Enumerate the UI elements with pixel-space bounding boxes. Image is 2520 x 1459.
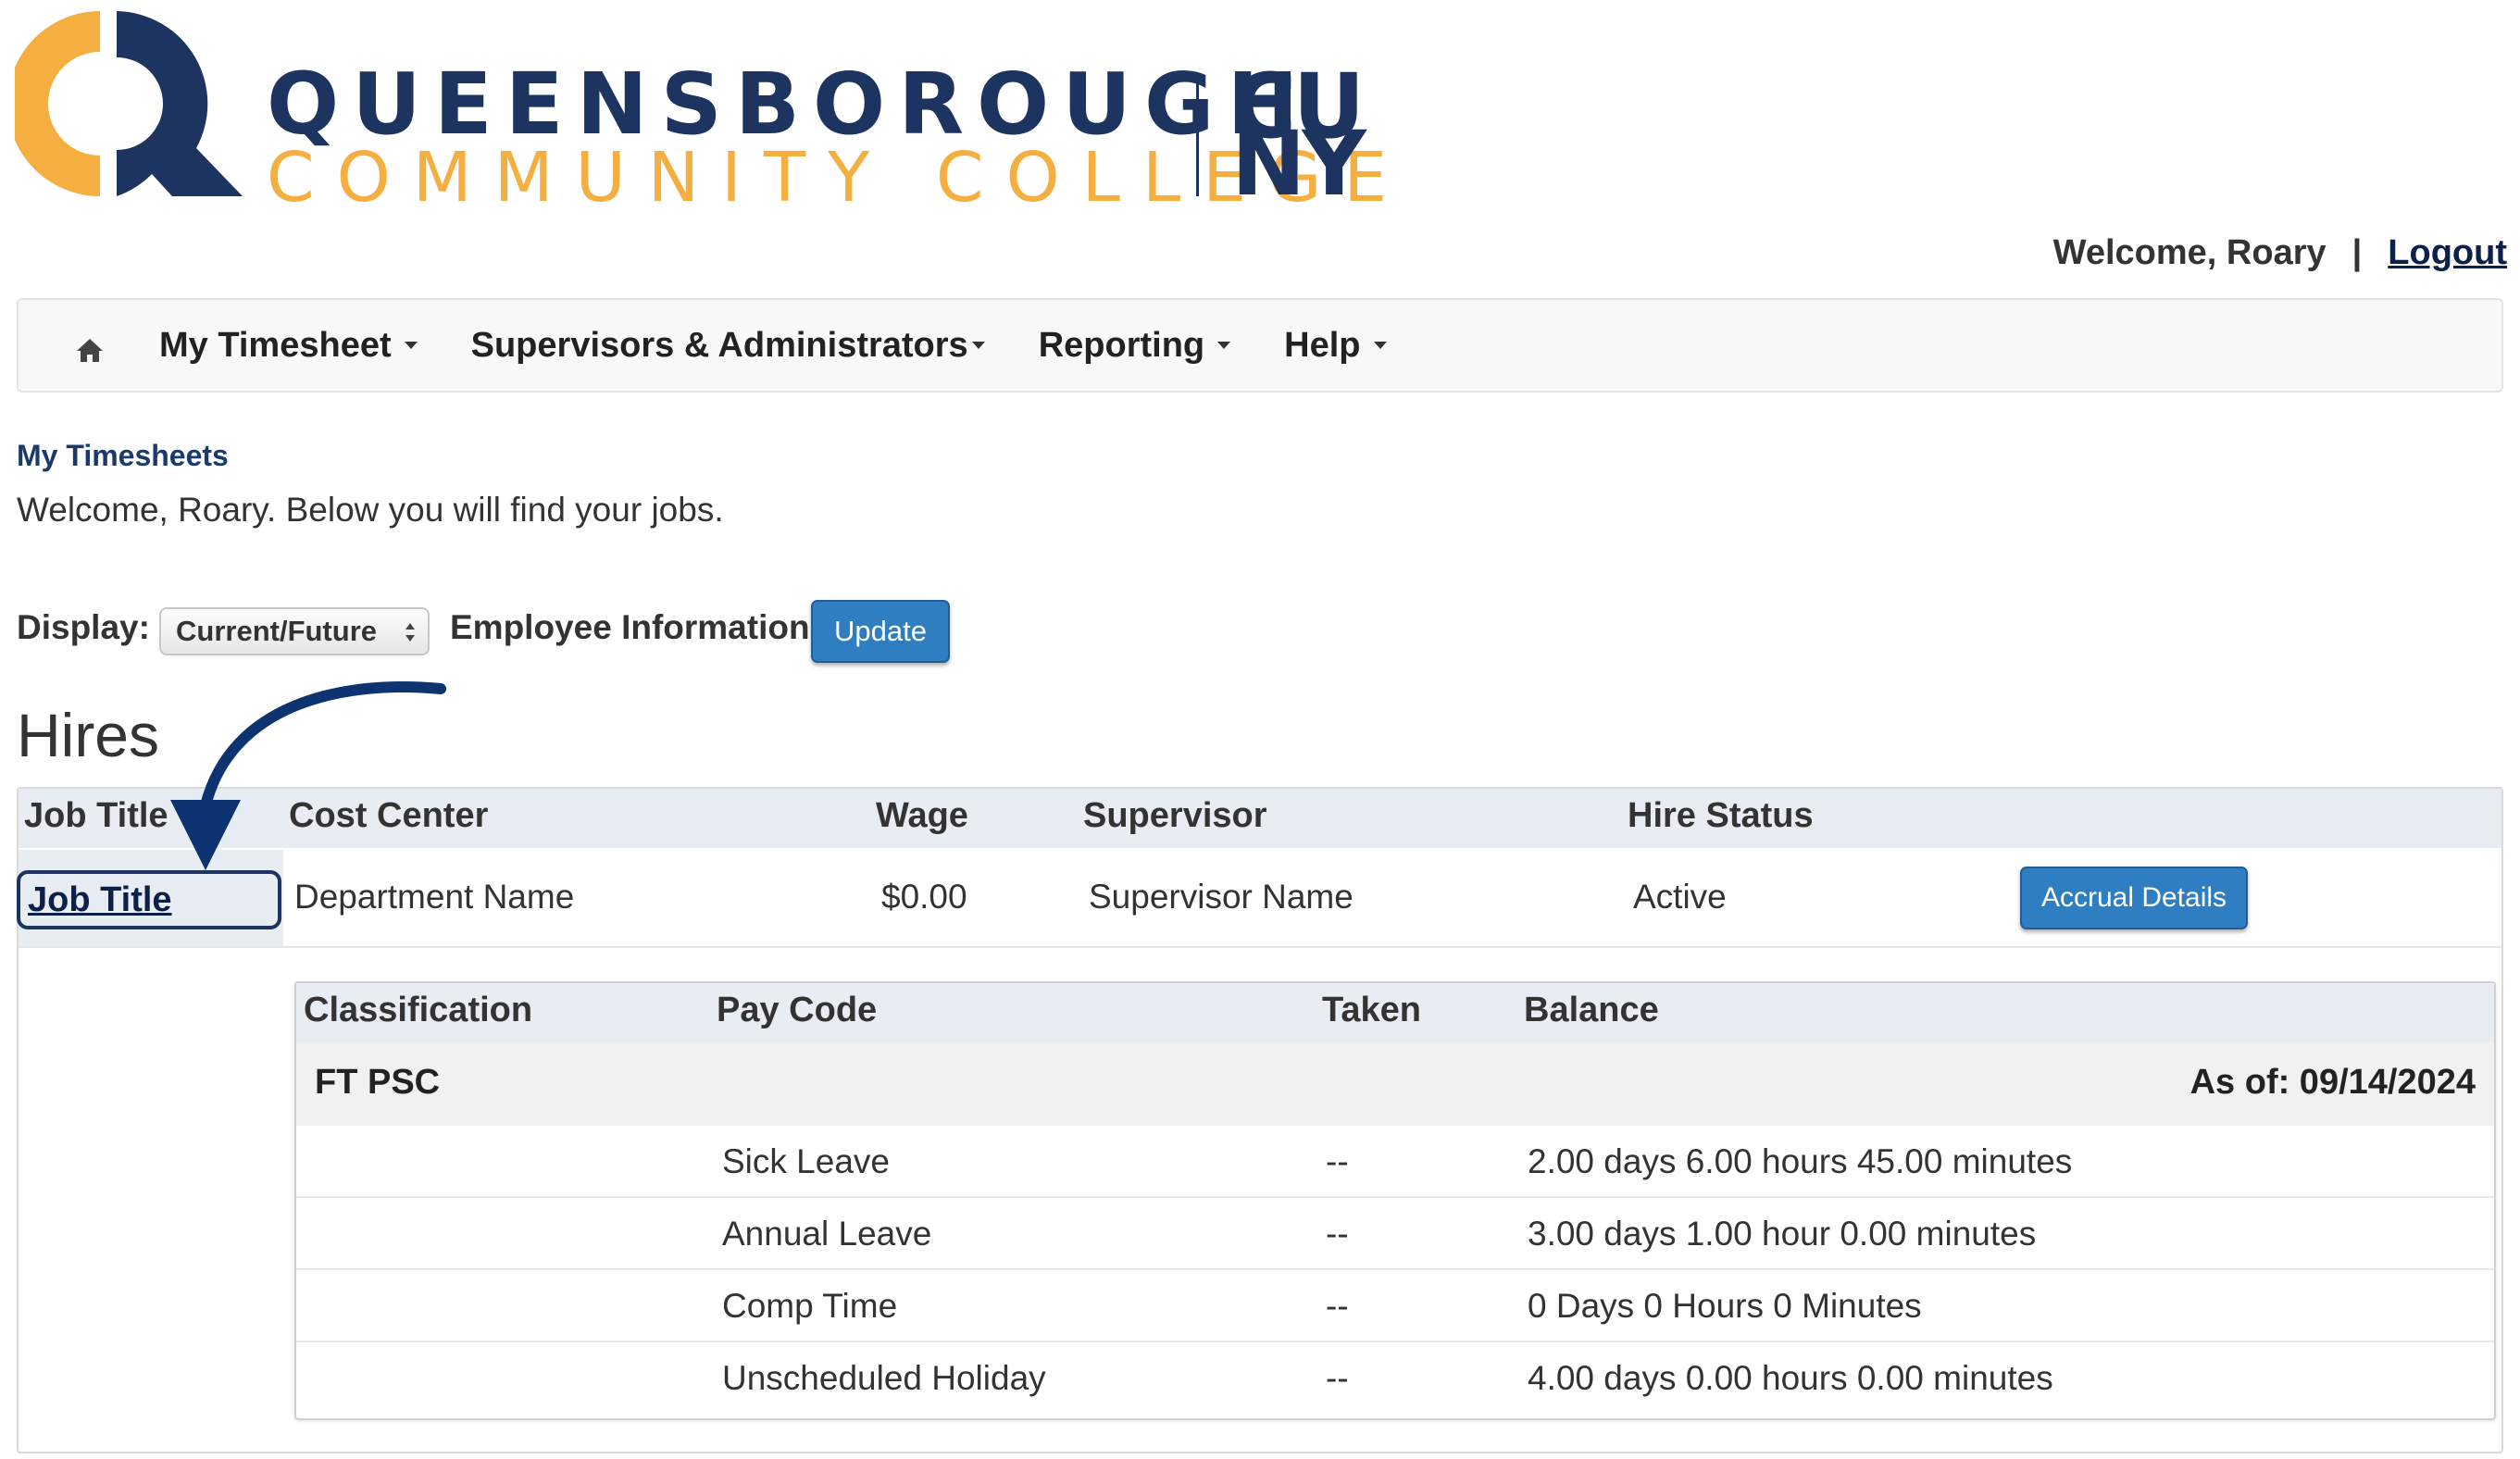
column-header-wage: Wage [876, 796, 968, 835]
nav-help-label: Help [1284, 325, 1361, 365]
column-header-taken: Taken [1322, 991, 1422, 1029]
home-icon[interactable] [74, 334, 106, 366]
qcc-logo-icon [15, 11, 243, 196]
nav-reporting-label: Reporting [1038, 325, 1205, 365]
column-header-supervisor: Supervisor [1083, 796, 1267, 835]
welcome-separator: | [2352, 233, 2363, 272]
balance: 2.00 days 6.00 hours 45.00 minutes [1528, 1142, 2073, 1180]
employee-information-label: Employee Information [450, 608, 810, 646]
taken: -- [1326, 1287, 1349, 1325]
welcome-bar: Welcome, Roary | Logout [2053, 233, 2507, 273]
cuny-logo-bottom: NY [1231, 112, 1366, 216]
accrual-row: Annual Leave -- 3.00 days 1.00 hour 0.00… [296, 1198, 2494, 1270]
hires-heading: Hires [17, 701, 160, 769]
display-label: Display: [17, 608, 150, 646]
classification-group-row [296, 1042, 2494, 1126]
display-select[interactable]: Current/Future [159, 607, 430, 655]
wage-value: $0.00 [881, 878, 967, 916]
chevron-down-icon [1217, 342, 1231, 349]
nav-supervisors-administrators[interactable]: Supervisors & Administrators [471, 326, 985, 366]
balance: 0 Days 0 Hours 0 Minutes [1528, 1287, 1922, 1325]
taken: -- [1326, 1359, 1349, 1397]
nav-my-timesheet-label: My Timesheet [159, 325, 392, 365]
taken: -- [1326, 1142, 1349, 1180]
pay-code: Annual Leave [722, 1215, 932, 1253]
pay-code: Sick Leave [722, 1142, 890, 1180]
select-arrows-icon [405, 623, 415, 642]
nav-reporting[interactable]: Reporting [1038, 325, 1231, 366]
taken: -- [1326, 1215, 1349, 1253]
breadcrumb[interactable]: My Timesheets [17, 439, 229, 473]
intro-text: Welcome, Roary. Below you will find your… [17, 491, 724, 529]
balance: 4.00 days 0.00 hours 0.00 minutes [1528, 1359, 2053, 1397]
logout-link[interactable]: Logout [2388, 233, 2507, 273]
chevron-down-icon [1373, 342, 1387, 349]
logo-divider [1196, 74, 1199, 196]
main-navbar: My Timesheet Supervisors & Administrator… [17, 298, 2503, 393]
nav-my-timesheet[interactable]: My Timesheet [159, 326, 418, 366]
curved-arrow-icon [170, 681, 446, 870]
column-header-pay-code: Pay Code [717, 991, 878, 1029]
column-header-job-title: Job Title [24, 796, 168, 835]
welcome-text: Welcome, Roary [2052, 233, 2327, 272]
balance: 3.00 days 1.00 hour 0.00 minutes [1528, 1215, 2037, 1253]
nav-supervisors-label: Supervisors & Administrators [470, 325, 968, 365]
as-of-date: As of: 09/14/2024 [2189, 1063, 2476, 1102]
supervisor-value: Supervisor Name [1089, 878, 1354, 916]
column-header-hire-status: Hire Status [1628, 796, 1814, 835]
update-button[interactable]: Update [811, 600, 950, 663]
accrual-row: Unscheduled Holiday -- 4.00 days 0.00 ho… [296, 1342, 2494, 1415]
nav-help[interactable]: Help [1284, 325, 1387, 366]
row-divider [19, 946, 2501, 948]
display-select-value: Current/Future [176, 615, 377, 647]
classification-name: FT PSC [315, 1063, 441, 1102]
column-header-balance: Balance [1524, 991, 1659, 1029]
accrual-row: Comp Time -- 0 Days 0 Hours 0 Minutes [296, 1270, 2494, 1342]
column-header-classification: Classification [304, 991, 533, 1029]
chevron-down-icon [404, 342, 418, 349]
hire-status-value: Active [1633, 878, 1727, 916]
accrual-row: Sick Leave -- 2.00 days 6.00 hours 45.00… [296, 1126, 2494, 1198]
accrual-details-button[interactable]: Accrual Details [2020, 867, 2248, 929]
cost-center-value: Department Name [294, 878, 575, 916]
pay-code: Comp Time [722, 1287, 898, 1325]
chevron-down-icon [971, 342, 985, 349]
pay-code: Unscheduled Holiday [722, 1359, 1046, 1397]
